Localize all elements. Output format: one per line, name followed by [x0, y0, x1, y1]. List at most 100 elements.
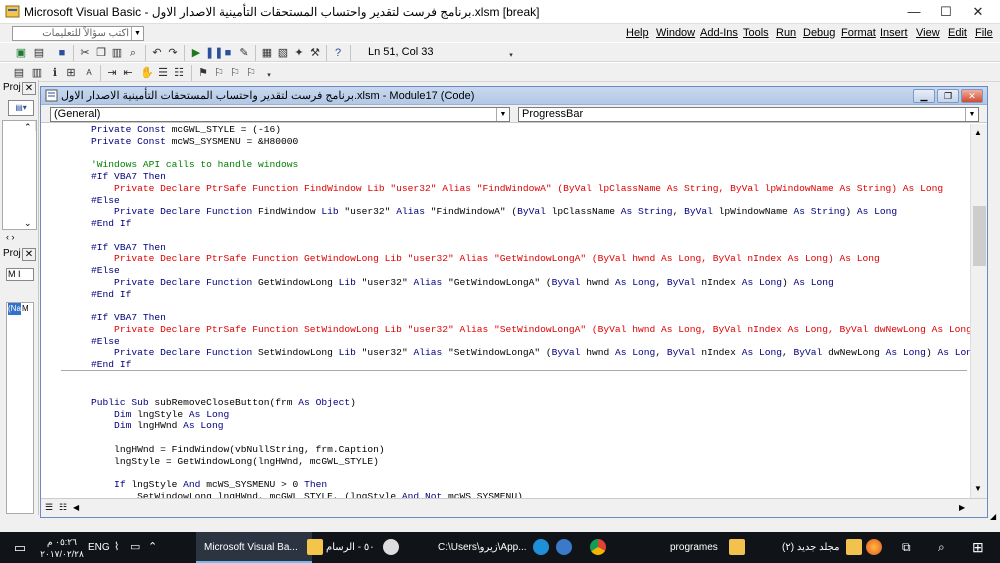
code-line[interactable]: lngStyle = GetWindowLong(lngHWnd, mcGWL_… [68, 456, 970, 468]
code-line[interactable] [68, 230, 970, 242]
toggle-breakpoint-icon[interactable]: ✋ [140, 66, 154, 80]
chevron-down-icon[interactable]: ▼ [131, 27, 143, 40]
close-icon[interactable]: ✕ [22, 248, 36, 261]
previous-bookmark-icon[interactable]: ⚐ [228, 66, 242, 80]
code-line[interactable] [68, 148, 970, 160]
list-constants-icon[interactable]: ▥ [30, 66, 44, 80]
parameter-info-icon[interactable]: ⊞ [64, 66, 78, 80]
break-icon[interactable]: ❚❚ [205, 46, 223, 60]
insert-userform-icon[interactable]: ▤ [32, 46, 46, 60]
minimize-button[interactable]: — [897, 0, 931, 24]
code-close-button[interactable]: ✕ [961, 89, 983, 103]
code-line[interactable]: If lngStyle And mcWS_SYSMENU > 0 Then [68, 479, 970, 491]
scroll-up-icon[interactable]: ▲ [974, 128, 982, 137]
scroll-up-icon[interactable]: ⌃ [24, 122, 32, 133]
complete-word-icon[interactable]: A [82, 66, 96, 80]
toolbox-icon[interactable]: ⚒ [308, 46, 322, 60]
chevron-down-icon[interactable]: ▼ [965, 108, 978, 121]
toolbar-options-icon[interactable]: ▾ [504, 49, 518, 63]
menu-format[interactable]: Format [841, 27, 876, 39]
property-name-cell[interactable]: (Na [8, 303, 21, 315]
code-line[interactable]: #Else [68, 265, 970, 277]
taskbar-item-new-folder[interactable]: مجلد جديد (٢) [778, 532, 863, 563]
code-line[interactable]: 'Windows API calls to handle windows [68, 159, 970, 171]
menu-help[interactable]: Help [626, 27, 649, 39]
copy-icon[interactable]: ❐ [94, 46, 108, 60]
help-icon[interactable]: ? [331, 46, 345, 60]
menu-file[interactable]: File [975, 27, 993, 39]
task-view-icon[interactable]: ⧉ [902, 532, 911, 563]
input-language[interactable]: ENG [88, 532, 110, 563]
scroll-right-icon[interactable]: ▶ [959, 503, 965, 512]
design-mode-icon[interactable]: ✎ [237, 46, 251, 60]
code-text[interactable]: Private Const mcGWL_STYLE = (-16) Privat… [68, 124, 970, 498]
code-line[interactable] [68, 467, 970, 479]
vertical-scrollbar[interactable]: ▲ ▼ [970, 124, 987, 498]
menu-window[interactable]: Window [656, 27, 695, 39]
taskbar-item-firefox[interactable] [866, 532, 886, 563]
code-line[interactable]: Private Const mcGWL_STYLE = (-16) [68, 124, 970, 136]
resize-grip-icon[interactable]: ◢ [990, 512, 996, 521]
property-value-cell[interactable]: M [22, 303, 29, 315]
taskbar-item-vba[interactable]: Microsoft Visual Ba... [196, 532, 323, 563]
close-icon[interactable]: ✕ [22, 82, 36, 95]
indent-icon[interactable]: ⇥ [105, 66, 119, 80]
cut-icon[interactable]: ✂ [78, 46, 92, 60]
code-line[interactable]: Private Declare PtrSafe Function SetWind… [68, 324, 970, 336]
object-combo[interactable]: (General) ▼ [50, 107, 510, 122]
code-line[interactable] [68, 300, 970, 312]
excel-icon[interactable]: ▣ [14, 46, 28, 60]
object-browser-icon[interactable]: ✦ [292, 46, 306, 60]
code-line[interactable]: Dim lngStyle As Long [68, 409, 970, 421]
code-line[interactable]: #End If [68, 218, 970, 230]
windows-start-icon[interactable]: ⊞ [972, 532, 984, 563]
list-properties-icon[interactable]: ▤ [12, 66, 26, 80]
project-explorer-icon[interactable]: ▦ [260, 46, 274, 60]
redo-icon[interactable]: ↷ [166, 46, 180, 60]
scroll-down-icon[interactable]: ▼ [974, 484, 982, 493]
chevron-down-icon[interactable]: ▼ [496, 108, 509, 121]
code-line[interactable] [68, 432, 970, 444]
run-icon[interactable]: ▶ [189, 46, 203, 60]
toggle-bookmark-icon[interactable]: ⚑ [196, 66, 210, 80]
save-icon[interactable]: ■ [55, 46, 69, 60]
menu-tools[interactable]: Tools [743, 27, 769, 39]
code-line[interactable]: Dim lngHWnd As Long [68, 420, 970, 432]
scroll-down-icon[interactable]: ⌄ [24, 218, 32, 229]
menu-run[interactable]: Run [776, 27, 796, 39]
menu-add-ins[interactable]: Add-Ins [700, 27, 738, 39]
code-line[interactable]: Private Declare PtrSafe Function FindWin… [68, 183, 970, 195]
menu-insert[interactable]: Insert [880, 27, 908, 39]
reset-icon[interactable]: ■ [221, 46, 235, 60]
clear-bookmarks-icon[interactable]: ⚐ [244, 66, 258, 80]
code-line[interactable]: SetWindowLong lngHWnd, mcGWL_STYLE, (lng… [68, 491, 970, 498]
paste-icon[interactable]: ▥ [110, 46, 124, 60]
menu-debug[interactable]: Debug [803, 27, 835, 39]
network-icon[interactable]: ⌇ [114, 532, 119, 563]
code-line[interactable]: Private Declare Function FindWindow Lib … [68, 206, 970, 218]
full-module-view-icon[interactable]: ☷ [59, 502, 67, 513]
undo-icon[interactable]: ↶ [150, 46, 164, 60]
menu-edit[interactable]: Edit [948, 27, 967, 39]
properties-icon[interactable]: ▧ [276, 46, 290, 60]
scroll-left-icon[interactable]: ◀ [73, 503, 79, 512]
code-line[interactable]: #Else [68, 336, 970, 348]
code-editor[interactable]: Private Const mcGWL_STYLE = (-16) Privat… [41, 124, 970, 498]
taskbar-item-app[interactable] [556, 532, 582, 563]
toolbar-options-icon[interactable]: ▾ [262, 69, 276, 83]
help-search-input[interactable]: اكتب سؤالاً للتعليمات ▼ [12, 26, 144, 41]
code-line[interactable]: lngHWnd = FindWindow(vbNullString, frm.C… [68, 444, 970, 456]
uncomment-block-icon[interactable]: ☷ [172, 66, 186, 80]
find-icon[interactable]: ⌕ [126, 46, 140, 60]
code-line[interactable]: Private Declare Function GetWindowLong L… [68, 277, 970, 289]
scroll-thumb[interactable] [973, 206, 986, 266]
properties-object-combo[interactable]: M I [6, 268, 34, 281]
horizontal-scrollbar[interactable]: ☰ ☷ ◀ ▶ [41, 498, 987, 517]
battery-icon[interactable]: ▭ [130, 532, 140, 563]
code-line[interactable]: #If VBA7 Then [68, 242, 970, 254]
taskbar-item-paint[interactable]: ٥٠ - الرسام [318, 532, 424, 563]
project-tree[interactable] [2, 120, 37, 230]
properties-grid[interactable]: (Na M [6, 302, 34, 514]
code-line[interactable]: Public Sub subRemoveCloseButton(frm As O… [68, 397, 970, 409]
menu-view[interactable]: View [916, 27, 940, 39]
